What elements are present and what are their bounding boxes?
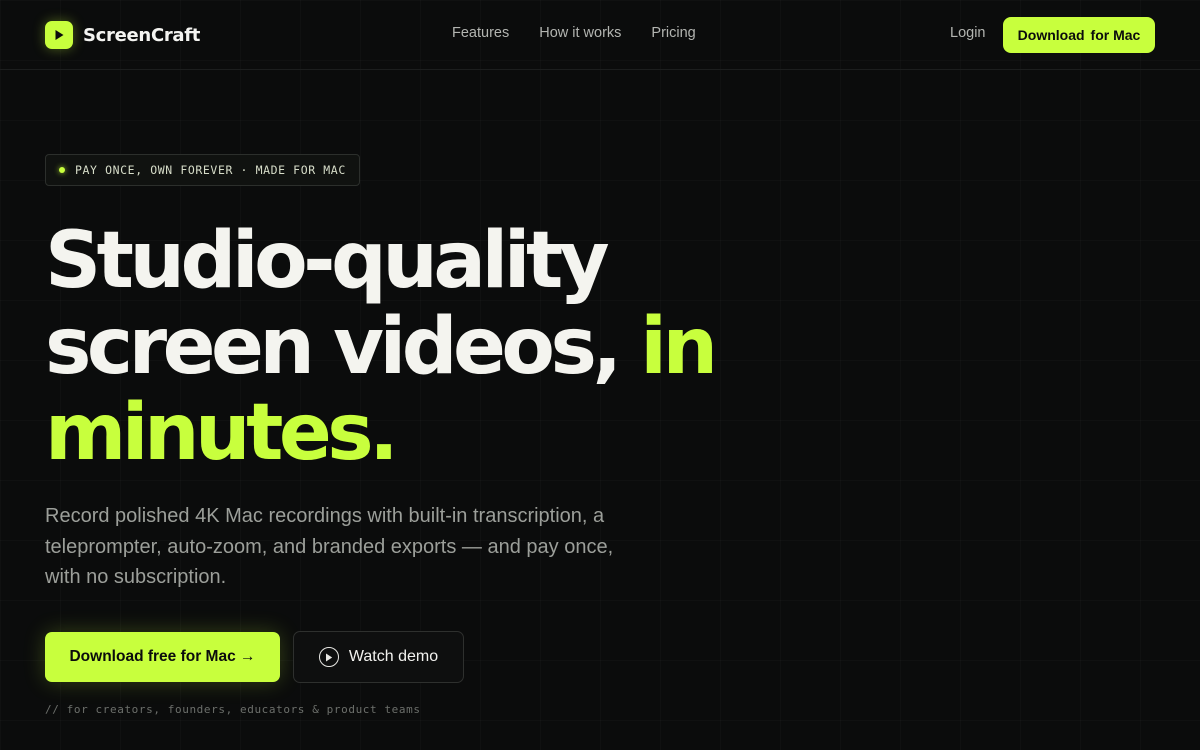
nav-download-label: Download [1017, 27, 1085, 43]
headline-line-2: screen videos, [45, 302, 622, 392]
hero-subtitle: Record polished 4K Mac recordings with b… [45, 505, 614, 588]
watch-demo-label: Watch demo [348, 648, 439, 665]
nav-download-button[interactable]: Download for Mac [1003, 17, 1155, 53]
nav-download-suffix: for Mac [1090, 27, 1141, 43]
brand-home-link[interactable]: ScreenCraft [45, 21, 200, 49]
nav-link-features[interactable]: Features [452, 25, 509, 41]
headline-line-1: Studio-quality [45, 216, 610, 306]
watch-demo-button[interactable]: Watch demo [293, 631, 464, 683]
brand-name: ScreenCraft [83, 24, 201, 46]
top-navigation: ScreenCraft Features How it works Pricin… [0, 0, 1200, 70]
hero-headline: Studio-quality screen videos, in minutes… [45, 218, 745, 476]
login-link[interactable]: Login [950, 25, 985, 41]
status-dot-icon [59, 167, 65, 173]
nav-links: Features How it works Pricing [452, 25, 696, 41]
nav-link-how-it-works[interactable]: How it works [539, 25, 621, 41]
badge-text: PAY ONCE, OWN FOREVER · MADE FOR MAC [75, 163, 346, 177]
announcement-badge: PAY ONCE, OWN FOREVER · MADE FOR MAC [45, 154, 360, 186]
audience-footnote: // for creators, founders, educators & p… [45, 703, 421, 716]
nav-link-pricing[interactable]: Pricing [651, 25, 695, 41]
play-icon [45, 21, 73, 49]
download-free-button[interactable]: Download free for Mac → [45, 632, 280, 682]
play-circle-icon [318, 647, 339, 667]
download-free-label: Download free for Mac → [69, 648, 256, 665]
